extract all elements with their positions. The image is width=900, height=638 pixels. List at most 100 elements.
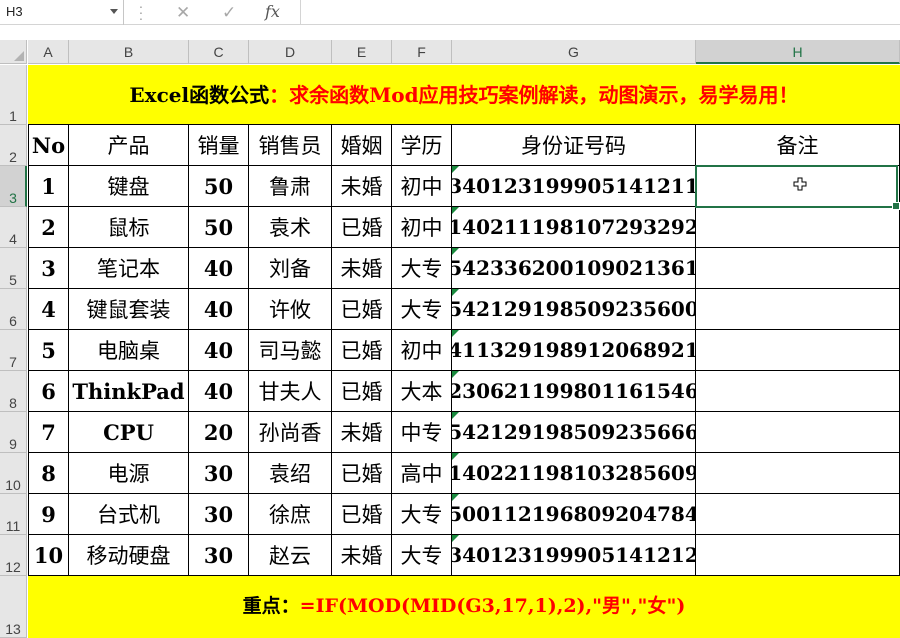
table-cell[interactable]: 340123199905141211 <box>452 166 696 207</box>
table-cell[interactable]: 键鼠套装 <box>69 289 189 330</box>
row-header-2[interactable]: 2 <box>0 125 27 166</box>
table-cell[interactable]: 411329198912068921 <box>452 330 696 371</box>
table-cell[interactable]: 5 <box>28 330 69 371</box>
row-header-8[interactable]: 8 <box>0 371 27 412</box>
column-header-d[interactable]: D <box>249 40 332 64</box>
table-cell[interactable]: 已婚 <box>332 289 392 330</box>
header-cell[interactable]: 身份证号码 <box>452 125 696 166</box>
table-cell[interactable] <box>696 535 900 576</box>
table-cell[interactable]: 未婚 <box>332 412 392 453</box>
table-cell[interactable]: 40 <box>189 371 249 412</box>
table-cell[interactable]: 笔记本 <box>69 248 189 289</box>
table-cell[interactable]: 140211198107293292 <box>452 207 696 248</box>
table-cell[interactable]: 袁术 <box>249 207 332 248</box>
table-cell[interactable]: 鲁肃 <box>249 166 332 207</box>
header-cell[interactable]: 婚姻 <box>332 125 392 166</box>
cancel-icon[interactable]: ✕ <box>176 3 190 23</box>
column-header-f[interactable]: F <box>392 40 452 64</box>
row-header-9[interactable]: 9 <box>0 412 27 453</box>
footer-band[interactable]: 重点：=IF(MOD(MID(G3,17,1),2),"男","女") <box>28 576 900 638</box>
table-cell[interactable] <box>696 412 900 453</box>
row-header-12[interactable]: 12 <box>0 535 27 576</box>
table-cell[interactable]: 大专 <box>392 535 452 576</box>
table-cell[interactable]: 50 <box>189 166 249 207</box>
table-cell[interactable]: 刘备 <box>249 248 332 289</box>
title-band[interactable]: Excel函数公式：求余函数Mod应用技巧案例解读，动图演示，易学易用！ <box>28 65 900 125</box>
table-cell[interactable]: 电脑桌 <box>69 330 189 371</box>
table-cell[interactable]: ThinkPad <box>69 371 189 412</box>
header-cell[interactable]: 销售员 <box>249 125 332 166</box>
table-cell[interactable]: 50 <box>189 207 249 248</box>
table-cell[interactable]: 140221198103285609 <box>452 453 696 494</box>
table-cell[interactable]: 已婚 <box>332 330 392 371</box>
table-cell[interactable]: 2 <box>28 207 69 248</box>
table-cell[interactable] <box>696 453 900 494</box>
table-cell[interactable]: 甘夫人 <box>249 371 332 412</box>
table-cell[interactable]: 6 <box>28 371 69 412</box>
table-cell[interactable]: 500112196809204784 <box>452 494 696 535</box>
table-cell[interactable]: 初中 <box>392 330 452 371</box>
table-cell[interactable]: 40 <box>189 248 249 289</box>
table-cell[interactable]: 赵云 <box>249 535 332 576</box>
column-header-c[interactable]: C <box>189 40 249 64</box>
header-cell[interactable]: 学历 <box>392 125 452 166</box>
table-cell[interactable]: 未婚 <box>332 166 392 207</box>
table-cell[interactable]: 30 <box>189 494 249 535</box>
table-cell[interactable]: 司马懿 <box>249 330 332 371</box>
insert-function-icon[interactable]: fx <box>265 2 280 21</box>
table-cell[interactable] <box>696 371 900 412</box>
table-cell[interactable]: 未婚 <box>332 535 392 576</box>
table-cell[interactable]: 初中 <box>392 166 452 207</box>
table-cell[interactable]: 已婚 <box>332 494 392 535</box>
row-header-5[interactable]: 5 <box>0 248 27 289</box>
table-cell[interactable]: 40 <box>189 330 249 371</box>
table-cell[interactable] <box>696 330 900 371</box>
table-cell[interactable]: 孙尚香 <box>249 412 332 453</box>
table-cell[interactable]: 9 <box>28 494 69 535</box>
table-cell[interactable]: CPU <box>69 412 189 453</box>
column-header-h[interactable]: H <box>696 40 900 64</box>
table-cell[interactable] <box>696 494 900 535</box>
table-cell[interactable] <box>696 248 900 289</box>
table-cell[interactable]: 鼠标 <box>69 207 189 248</box>
row-header-4[interactable]: 4 <box>0 207 27 248</box>
select-all-button[interactable] <box>0 40 27 64</box>
header-cell[interactable]: No <box>28 125 69 166</box>
more-dots-icon[interactable]: · · · <box>137 0 145 25</box>
table-cell[interactable]: 7 <box>28 412 69 453</box>
table-cell[interactable]: 340123199905141212 <box>452 535 696 576</box>
table-cell[interactable]: 4 <box>28 289 69 330</box>
table-cell[interactable]: 袁绍 <box>249 453 332 494</box>
table-cell[interactable]: 初中 <box>392 207 452 248</box>
row-header-11[interactable]: 11 <box>0 494 27 535</box>
table-cell[interactable]: 542129198509235600 <box>452 289 696 330</box>
row-header-7[interactable]: 7 <box>0 330 27 371</box>
table-cell[interactable]: 1 <box>28 166 69 207</box>
table-cell[interactable]: 30 <box>189 535 249 576</box>
table-cell[interactable]: 20 <box>189 412 249 453</box>
table-cell[interactable]: 电源 <box>69 453 189 494</box>
table-cell[interactable]: 已婚 <box>332 453 392 494</box>
row-header-10[interactable]: 10 <box>0 453 27 494</box>
table-cell[interactable]: 键盘 <box>69 166 189 207</box>
table-cell[interactable]: 大专 <box>392 494 452 535</box>
header-cell[interactable]: 产品 <box>69 125 189 166</box>
table-cell[interactable]: 大专 <box>392 248 452 289</box>
table-cell[interactable]: 已婚 <box>332 371 392 412</box>
enter-icon[interactable]: ✓ <box>222 3 236 23</box>
column-header-b[interactable]: B <box>69 40 189 64</box>
table-cell[interactable]: 大专 <box>392 289 452 330</box>
table-cell[interactable]: 台式机 <box>69 494 189 535</box>
header-cell[interactable]: 销量 <box>189 125 249 166</box>
table-cell[interactable]: 40 <box>189 289 249 330</box>
table-cell[interactable]: 230621199801161546 <box>452 371 696 412</box>
row-header-13[interactable]: 13 <box>0 576 27 638</box>
table-cell[interactable]: 未婚 <box>332 248 392 289</box>
column-header-g[interactable]: G <box>452 40 696 64</box>
row-header-1[interactable]: 1 <box>0 65 27 125</box>
row-header-6[interactable]: 6 <box>0 289 27 330</box>
column-header-e[interactable]: E <box>332 40 392 64</box>
table-cell[interactable]: 徐庶 <box>249 494 332 535</box>
table-cell[interactable] <box>696 289 900 330</box>
name-box[interactable]: H3 <box>0 0 124 25</box>
